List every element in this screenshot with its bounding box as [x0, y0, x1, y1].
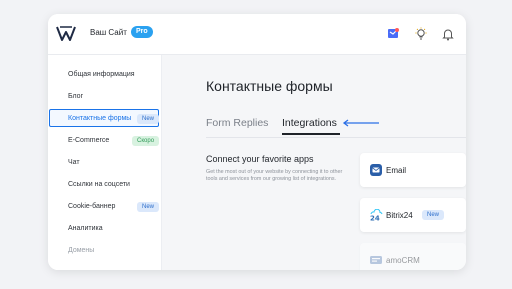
new-badge: New: [422, 210, 445, 220]
integration-card-amocrm[interactable]: amoCRM: [360, 243, 466, 270]
amocrm-icon: [370, 256, 382, 264]
tabs-divider: [206, 137, 466, 138]
connect-title: Connect your favorite apps: [206, 154, 314, 164]
sidebar-item-label: Домены: [68, 247, 95, 254]
lightbulb-icon[interactable]: [414, 27, 428, 41]
sidebar-item-label: Аналитика: [68, 225, 103, 232]
new-badge: New: [137, 202, 160, 212]
sidebar-item-label: Общая информация: [68, 71, 135, 78]
page-title: Контактные формы: [206, 78, 333, 94]
sidebar-item-label: Контактные формы: [68, 115, 132, 122]
sidebar-item-contact-forms[interactable]: Контактные формы New: [48, 109, 161, 129]
sidebar-item-domains[interactable]: Домены: [48, 241, 161, 261]
sidebar: Общая информация Блог Контактные формы N…: [48, 55, 162, 270]
bitrix24-icon: 24: [370, 209, 383, 221]
email-icon: [370, 164, 382, 176]
pro-badge[interactable]: Pro: [131, 26, 153, 38]
sidebar-item-social-links[interactable]: Ссылки на соцсети: [48, 175, 161, 195]
sidebar-item-cookie-banner[interactable]: Cookie-баннер New: [48, 197, 161, 217]
new-badge: New: [137, 114, 160, 124]
sidebar-item-chat[interactable]: Чат: [48, 153, 161, 173]
main-content: Контактные формы Form Replies Integratio…: [162, 55, 466, 270]
flag-icon[interactable]: [386, 27, 400, 41]
sidebar-item-label: E-Commerce: [68, 137, 110, 144]
sidebar-item-general-info[interactable]: Общая информация: [48, 65, 161, 85]
integration-name: amoCRM: [386, 256, 420, 265]
bell-icon[interactable]: [441, 27, 455, 41]
app-window: Ваш Сайт Pro Общая информация Блог Конта…: [48, 14, 466, 270]
integration-card-email[interactable]: Email: [360, 153, 466, 187]
arrow-left-icon: [342, 119, 379, 127]
svg-text:24: 24: [370, 215, 380, 222]
sidebar-item-label: Cookie-баннер: [68, 203, 116, 210]
top-header: Ваш Сайт Pro: [48, 14, 466, 55]
integration-card-bitrix24[interactable]: 24 Bitrix24 New: [360, 198, 466, 232]
tab-integrations[interactable]: Integrations: [282, 117, 337, 129]
sidebar-item-ecommerce[interactable]: E-Commerce Скоро: [48, 131, 161, 151]
sidebar-item-label: Блог: [68, 93, 84, 100]
logo-icon[interactable]: [56, 25, 76, 43]
site-name[interactable]: Ваш Сайт: [90, 28, 127, 37]
integration-name: Bitrix24: [386, 211, 413, 220]
sidebar-item-blog[interactable]: Блог: [48, 87, 161, 107]
sidebar-item-analytics[interactable]: Аналитика: [48, 219, 161, 239]
tab-form-replies[interactable]: Form Replies: [206, 117, 268, 129]
soon-badge: Скоро: [132, 136, 160, 146]
connect-description: Get the most out of your website by conn…: [206, 169, 343, 182]
sidebar-item-label: Чат: [68, 159, 80, 166]
active-tab-indicator: [282, 133, 340, 135]
sidebar-item-label: Ссылки на соцсети: [68, 181, 130, 188]
integration-name: Email: [386, 166, 407, 175]
